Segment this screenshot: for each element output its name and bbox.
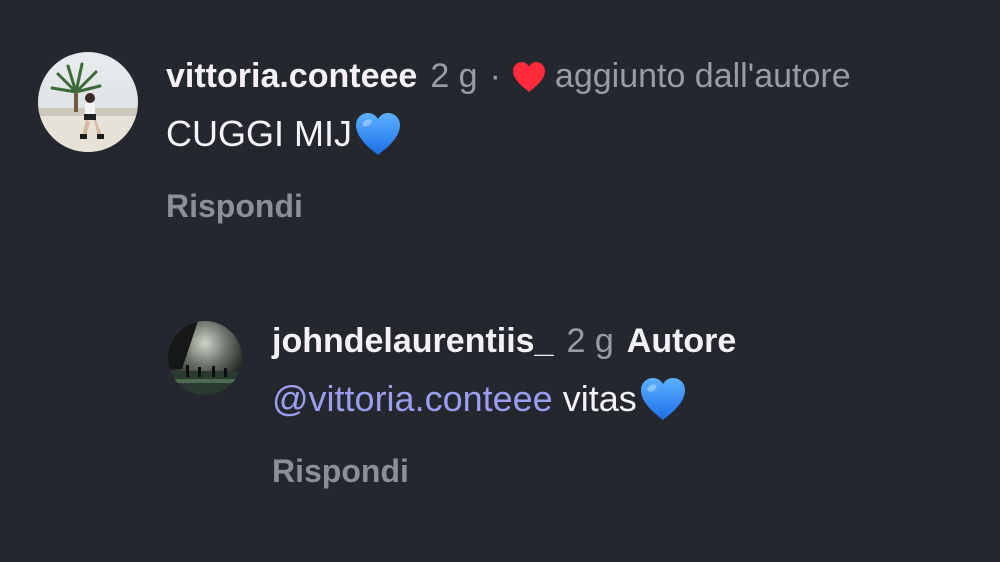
username[interactable]: vittoria.conteee <box>166 56 417 96</box>
reply-text: @vittoria.conteee vitas <box>272 376 736 422</box>
author-badge: Autore <box>626 322 737 360</box>
reply-button[interactable]: Rispondi <box>272 453 736 490</box>
mention-link[interactable]: @vittoria.conteee <box>272 377 553 421</box>
comment-meta: vittoria.conteee 2 g · aggiunto dall'aut… <box>166 56 851 96</box>
reply-meta: johndelaurentiis_ 2 g Autore <box>272 321 736 361</box>
heart-icon <box>511 61 547 93</box>
timestamp: 2 g <box>566 322 614 360</box>
comment: vittoria.conteee 2 g · aggiunto dall'aut… <box>38 52 851 225</box>
blue-heart-icon <box>354 111 402 157</box>
comment-text: CUGGI MIJ <box>166 111 851 157</box>
timestamp: 2 g <box>430 57 478 95</box>
separator: · <box>489 57 501 95</box>
comments-screen: vittoria.conteee 2 g · aggiunto dall'aut… <box>0 0 1000 562</box>
reply-button[interactable]: Rispondi <box>166 188 851 225</box>
avatar-image <box>38 52 138 152</box>
username[interactable]: johndelaurentiis_ <box>272 321 554 361</box>
blue-heart-icon <box>639 376 687 422</box>
reply-comment: johndelaurentiis_ 2 g Autore @vittoria.c… <box>168 321 736 490</box>
liked-by-author-label: aggiunto dall'autore <box>554 57 851 95</box>
avatar-image <box>168 321 242 395</box>
reply-text-content: vitas <box>552 378 637 419</box>
comment-text-content: CUGGI MIJ <box>166 113 352 154</box>
avatar[interactable] <box>38 52 138 152</box>
avatar[interactable] <box>168 321 242 395</box>
